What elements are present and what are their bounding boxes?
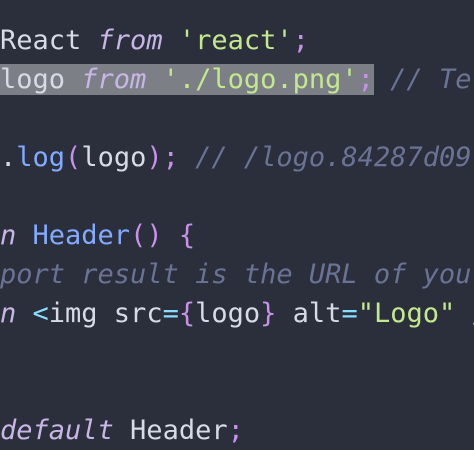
code-token: ; bbox=[162, 142, 179, 173]
code-line: default Header; bbox=[0, 411, 244, 450]
code-token: / bbox=[455, 298, 474, 329]
code-line: .log(logo); // /logo.84287d09. bbox=[0, 138, 474, 177]
code-line: React from 'react'; bbox=[0, 21, 309, 60]
selected-code-token: logo bbox=[0, 64, 82, 95]
code-token: alt bbox=[276, 298, 342, 329]
selected-code-token: ; bbox=[357, 64, 374, 95]
code-editor[interactable]: React from 'react'; logo from './logo.pn… bbox=[0, 0, 474, 450]
code-token: n bbox=[0, 220, 33, 251]
code-token: port result is the URL of your bbox=[0, 259, 474, 290]
code-token: React bbox=[0, 25, 98, 56]
code-token: ; bbox=[227, 415, 244, 446]
code-token: img src bbox=[48, 298, 163, 329]
code-token: logo bbox=[81, 142, 147, 173]
code-token: "Logo" bbox=[357, 298, 456, 329]
code-token: { bbox=[178, 298, 196, 329]
code-token: from bbox=[97, 25, 163, 56]
code-line: logo from './logo.png'; // Tel bbox=[0, 60, 474, 99]
code-token: // /logo.84287d09. bbox=[178, 142, 474, 173]
code-token: ; bbox=[292, 25, 309, 56]
code-token: // Tel bbox=[390, 64, 474, 95]
code-token: log bbox=[16, 142, 66, 173]
code-token: default bbox=[0, 415, 114, 446]
code-token: { bbox=[178, 220, 196, 251]
code-token: Header bbox=[113, 415, 228, 446]
code-token: = bbox=[162, 298, 179, 329]
code-token: = bbox=[341, 298, 358, 329]
code-line: n Header() { bbox=[0, 216, 195, 255]
selected-code-token bbox=[146, 64, 163, 95]
code-token: ) bbox=[146, 142, 163, 173]
code-token: () bbox=[130, 220, 163, 251]
code-line: n <img src={logo} alt="Logo" / bbox=[0, 294, 474, 333]
code-token: Header bbox=[32, 220, 131, 251]
code-line: port result is the URL of your bbox=[0, 255, 474, 294]
code-token: logo bbox=[195, 298, 261, 329]
code-token: } bbox=[260, 298, 277, 329]
code-token: n bbox=[0, 298, 33, 329]
code-token: . bbox=[0, 142, 17, 173]
code-token: ( bbox=[65, 142, 82, 173]
code-token: 'react' bbox=[178, 25, 293, 56]
code-token: < bbox=[32, 298, 49, 329]
selected-code-token: './logo.png' bbox=[162, 64, 358, 95]
selected-code-token: from bbox=[81, 64, 147, 95]
